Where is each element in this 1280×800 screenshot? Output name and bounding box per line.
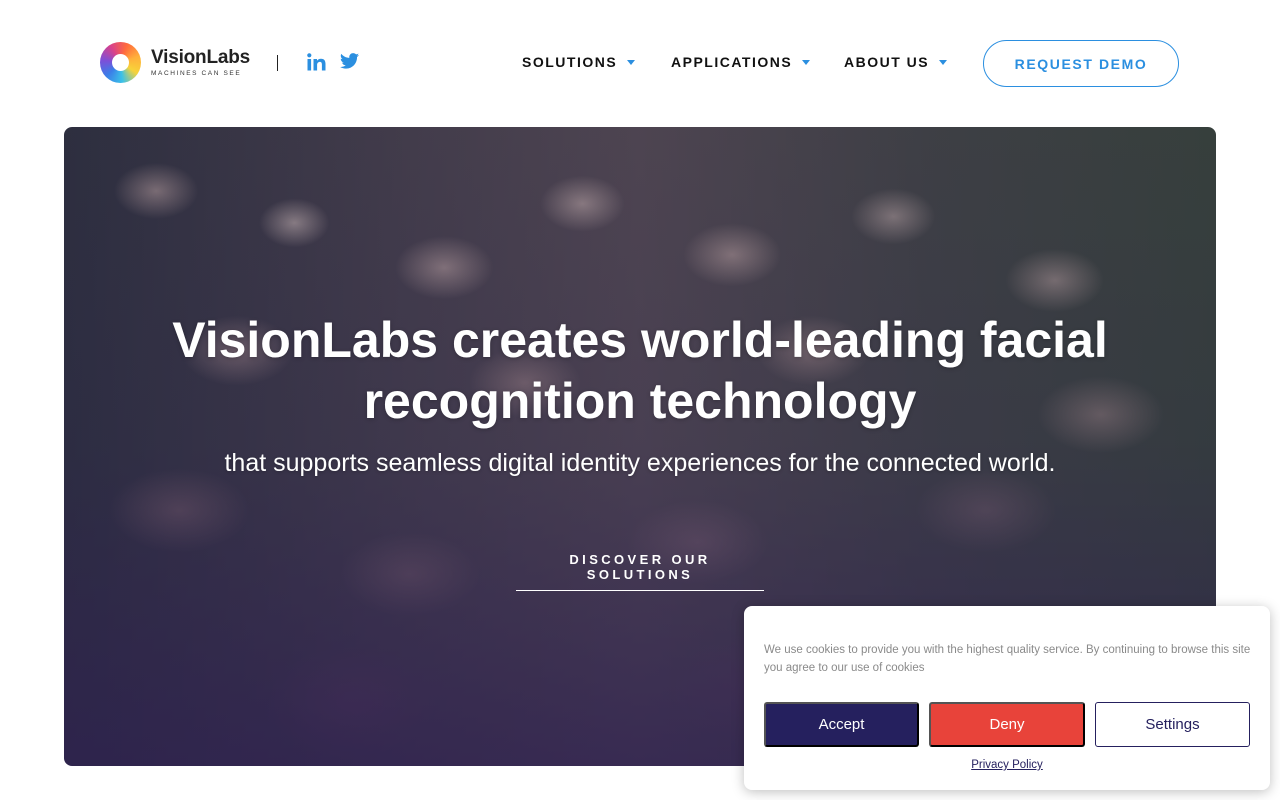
twitter-icon: [340, 53, 359, 69]
header-divider: [277, 55, 278, 71]
nav-applications[interactable]: APPLICATIONS: [671, 54, 811, 70]
logo-link[interactable]: VisionLabs MACHINES CAN SEE: [100, 42, 250, 83]
logo-text: VisionLabs MACHINES CAN SEE: [151, 46, 251, 78]
cookie-banner: We use cookies to provide you with the h…: [744, 606, 1270, 790]
request-demo-button[interactable]: REQUEST DEMO: [983, 40, 1179, 87]
hero-title: VisionLabs creates world-leading facial …: [64, 310, 1216, 432]
logo-tagline: MACHINES CAN SEE: [151, 69, 242, 77]
linkedin-icon: [307, 53, 326, 71]
logo-mark-icon: [100, 42, 141, 83]
caret-down-icon: [627, 59, 636, 65]
nav-solutions-label: SOLUTIONS: [522, 54, 618, 70]
logo-name: VisionLabs: [151, 46, 251, 68]
nav-applications-label: APPLICATIONS: [671, 54, 793, 70]
discover-solutions-link[interactable]: DISCOVER OUR SOLUTIONS: [516, 552, 764, 591]
linkedin-link[interactable]: [307, 53, 326, 76]
site-header: VisionLabs MACHINES CAN SEE SOLUTIONS AP…: [0, 0, 1280, 127]
nav-about-us[interactable]: ABOUT US: [844, 54, 948, 70]
cookie-message: We use cookies to provide you with the h…: [764, 644, 1251, 674]
caret-down-icon: [939, 59, 948, 65]
twitter-link[interactable]: [340, 53, 359, 74]
nav-solutions[interactable]: SOLUTIONS: [522, 54, 636, 70]
hero-title-plain: VisionLabs creates: [172, 312, 641, 368]
privacy-policy-link[interactable]: Privacy Policy: [744, 759, 1270, 771]
hero-subtitle: that supports seamless digital identity …: [224, 449, 1056, 477]
deny-cookies-button[interactable]: Deny: [929, 702, 1085, 747]
accept-cookies-button[interactable]: Accept: [764, 702, 919, 747]
cookie-settings-button[interactable]: Settings: [1095, 702, 1250, 747]
nav-about-us-label: ABOUT US: [844, 54, 930, 70]
caret-down-icon: [802, 59, 811, 65]
